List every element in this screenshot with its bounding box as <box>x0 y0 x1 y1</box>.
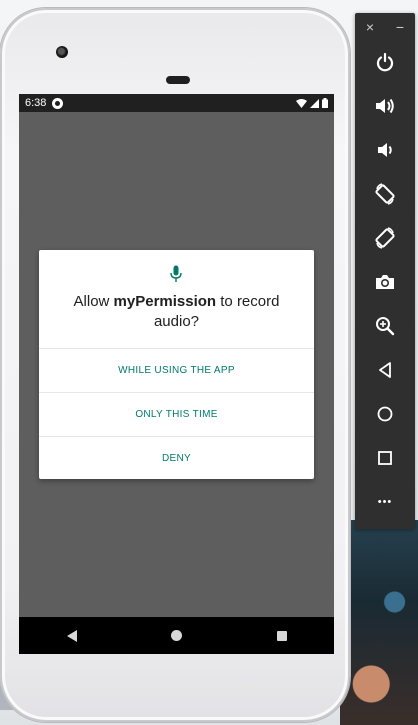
status-time: 6:38 <box>25 97 47 109</box>
volume-up-icon <box>376 98 394 114</box>
emulator-toolbar: × − ••• <box>355 13 415 529</box>
while-using-app-button[interactable]: WHILE USING THE APP <box>39 348 314 392</box>
close-button[interactable]: × <box>366 19 374 35</box>
toolbar-window-controls: × − <box>355 13 415 41</box>
nav-back-button[interactable] <box>52 621 92 651</box>
minimize-button[interactable]: − <box>396 19 404 35</box>
status-icons <box>296 98 328 108</box>
rotate-right-icon <box>375 227 395 249</box>
rotate-left-button[interactable] <box>365 174 405 214</box>
wifi-icon <box>296 98 307 108</box>
home-icon <box>377 406 393 422</box>
only-this-time-button[interactable]: ONLY THIS TIME <box>39 392 314 436</box>
volume-up-button[interactable] <box>365 86 405 126</box>
zoom-icon <box>376 317 395 336</box>
overview-button[interactable] <box>365 438 405 478</box>
back-icon <box>66 629 77 642</box>
background-image <box>340 520 418 725</box>
overview-icon <box>378 451 392 465</box>
power-icon <box>376 52 394 72</box>
back-icon <box>379 362 391 378</box>
phone-frame: 6:38 Allow myPermission to record audio?… <box>0 8 350 722</box>
dialog-actions: WHILE USING THE APP ONLY THIS TIME DENY <box>39 348 314 480</box>
nav-recents-button[interactable] <box>262 621 302 651</box>
deny-button[interactable]: DENY <box>39 436 314 480</box>
more-icon: ••• <box>377 496 393 508</box>
device-screen: 6:38 Allow myPermission to record audio?… <box>19 94 334 654</box>
navigation-bar <box>19 617 334 654</box>
volume-down-icon <box>378 143 392 157</box>
home-button[interactable] <box>365 394 405 434</box>
permission-dialog: Allow myPermission to record audio? WHIL… <box>39 250 314 479</box>
mic-icon <box>170 265 182 282</box>
more-button[interactable]: ••• <box>365 482 405 522</box>
camera-icon <box>376 275 394 289</box>
recents-icon <box>276 630 287 641</box>
battery-icon <box>322 98 328 108</box>
status-bar: 6:38 <box>19 94 334 112</box>
power-button[interactable] <box>365 42 405 82</box>
app-name: myPermission <box>113 293 217 310</box>
rotate-left-icon <box>375 183 395 205</box>
screenshot-button[interactable] <box>365 262 405 302</box>
dialog-title: Allow myPermission to record audio? <box>57 292 296 332</box>
signal-icon <box>310 98 319 108</box>
rotate-right-button[interactable] <box>365 218 405 258</box>
dialog-title-prefix: Allow <box>73 293 114 310</box>
front-camera <box>56 46 68 58</box>
volume-down-button[interactable] <box>365 130 405 170</box>
zoom-button[interactable] <box>365 306 405 346</box>
earpiece-speaker <box>166 76 190 84</box>
nav-home-button[interactable] <box>157 621 197 651</box>
home-icon <box>171 630 182 641</box>
back-button[interactable] <box>365 350 405 390</box>
app-notification-icon <box>52 97 64 109</box>
